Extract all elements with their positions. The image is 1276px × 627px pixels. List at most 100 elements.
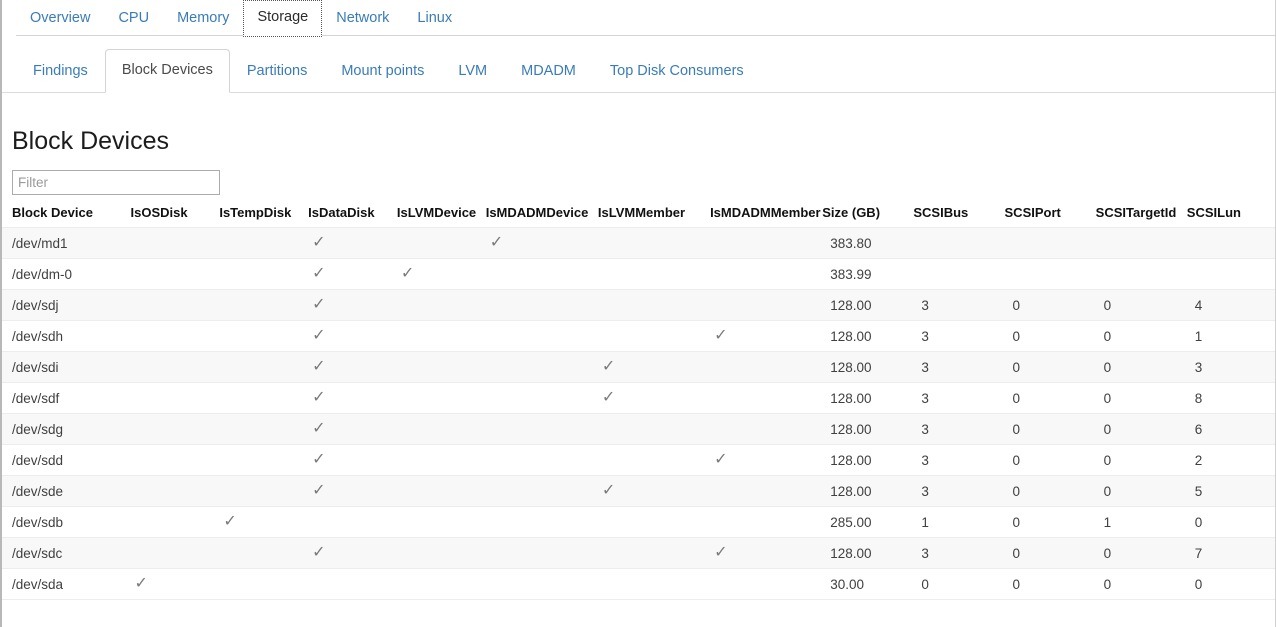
- cell-islvmdevice: [397, 476, 486, 507]
- secondary-tab-top-disk-consumers[interactable]: Top Disk Consumers: [593, 51, 761, 92]
- table-row[interactable]: /dev/sdd✓✓128.003002: [2, 445, 1276, 476]
- cell-islvmmember: ✓: [598, 383, 710, 414]
- table-header-row: Block DeviceIsOSDiskIsTempDiskIsDataDisk…: [2, 205, 1276, 228]
- cell-bus: 3: [913, 538, 1004, 569]
- cell-isosdisk: [131, 414, 220, 445]
- cell-target: [1096, 259, 1187, 290]
- check-icon: ✓: [219, 514, 236, 530]
- cell-bus: 3: [913, 383, 1004, 414]
- primary-tab-linux[interactable]: Linux: [403, 1, 466, 36]
- cell-lun: 0: [1187, 507, 1276, 538]
- cell-islvmdevice: [397, 538, 486, 569]
- cell-isosdisk: [131, 259, 220, 290]
- cell-isosdisk: [131, 352, 220, 383]
- cell-block-device: /dev/sdf: [2, 383, 131, 414]
- cell-ismdadmdevice: [486, 259, 598, 290]
- check-icon: ✓: [308, 452, 325, 468]
- cell-block-device: /dev/md1: [2, 228, 131, 259]
- cell-port: 0: [1005, 414, 1096, 445]
- check-icon: ✓: [598, 483, 615, 499]
- table-row[interactable]: /dev/sdg✓128.003006: [2, 414, 1276, 445]
- table-row[interactable]: /dev/sda✓30.000000: [2, 569, 1276, 600]
- check-icon: ✓: [710, 328, 727, 344]
- primary-tab-memory[interactable]: Memory: [163, 1, 243, 36]
- page-frame: OverviewCPUMemoryStorageNetworkLinux Fin…: [0, 0, 1276, 627]
- cell-bus: 3: [913, 476, 1004, 507]
- secondary-tab-findings[interactable]: Findings: [16, 51, 105, 92]
- cell-size: 128.00: [822, 352, 913, 383]
- table-row[interactable]: /dev/sde✓✓128.003005: [2, 476, 1276, 507]
- primary-tab-storage[interactable]: Storage: [243, 0, 322, 37]
- secondary-tab-lvm[interactable]: LVM: [441, 51, 504, 92]
- check-icon: ✓: [308, 483, 325, 499]
- cell-islvmmember: [598, 538, 710, 569]
- cell-islvmdevice: [397, 228, 486, 259]
- col-header-scsibus: SCSIBus: [913, 205, 1004, 228]
- cell-istempdisk: [219, 290, 308, 321]
- cell-istempdisk: [219, 259, 308, 290]
- check-icon: ✓: [131, 576, 148, 592]
- check-icon: ✓: [710, 452, 727, 468]
- cell-lun: [1187, 228, 1276, 259]
- check-icon: ✓: [308, 266, 325, 282]
- table-row[interactable]: /dev/sdb✓285.001010: [2, 507, 1276, 538]
- cell-lun: 1: [1187, 321, 1276, 352]
- secondary-tab-mount-points[interactable]: Mount points: [324, 51, 441, 92]
- cell-bus: 3: [913, 352, 1004, 383]
- primary-tab-overview[interactable]: Overview: [16, 1, 104, 36]
- cell-isosdisk: [131, 476, 220, 507]
- cell-isdatadisk: ✓: [308, 352, 397, 383]
- table-row[interactable]: /dev/sdi✓✓128.003003: [2, 352, 1276, 383]
- table-row[interactable]: /dev/sdc✓✓128.003007: [2, 538, 1276, 569]
- cell-port: 0: [1005, 507, 1096, 538]
- table-row[interactable]: /dev/sdf✓✓128.003008: [2, 383, 1276, 414]
- primary-tabs-row: OverviewCPUMemoryStorageNetworkLinux: [16, 0, 1275, 36]
- check-icon: ✓: [710, 545, 727, 561]
- cell-ismdadmmember: ✓: [710, 321, 822, 352]
- cell-port: 0: [1005, 538, 1096, 569]
- table-row[interactable]: /dev/sdh✓✓128.003001: [2, 321, 1276, 352]
- cell-size: 128.00: [822, 445, 913, 476]
- table-row[interactable]: /dev/md1✓✓383.80: [2, 228, 1276, 259]
- table-row[interactable]: /dev/dm-0✓✓383.99: [2, 259, 1276, 290]
- cell-isosdisk: [131, 507, 220, 538]
- cell-port: 0: [1005, 352, 1096, 383]
- cell-ismdadmdevice: [486, 476, 598, 507]
- filter-input[interactable]: [12, 170, 220, 195]
- primary-tab-network[interactable]: Network: [322, 1, 403, 36]
- check-icon: ✓: [308, 390, 325, 406]
- cell-size: 128.00: [822, 290, 913, 321]
- cell-target: 1: [1096, 507, 1187, 538]
- cell-ismdadmdevice: [486, 383, 598, 414]
- cell-islvmdevice: [397, 290, 486, 321]
- cell-lun: 0: [1187, 569, 1276, 600]
- secondary-tab-block-devices[interactable]: Block Devices: [105, 49, 230, 93]
- table-row[interactable]: /dev/sdj✓128.003004: [2, 290, 1276, 321]
- block-devices-table: Block DeviceIsOSDiskIsTempDiskIsDataDisk…: [2, 205, 1276, 600]
- table-body: /dev/md1✓✓383.80/dev/dm-0✓✓383.99/dev/sd…: [2, 228, 1276, 600]
- cell-target: [1096, 228, 1187, 259]
- cell-port: 0: [1005, 290, 1096, 321]
- cell-isosdisk: [131, 228, 220, 259]
- check-icon: ✓: [308, 545, 325, 561]
- cell-islvmmember: [598, 259, 710, 290]
- cell-isdatadisk: [308, 507, 397, 538]
- col-header-istempdisk: IsTempDisk: [219, 205, 308, 228]
- cell-isdatadisk: ✓: [308, 414, 397, 445]
- check-icon: ✓: [598, 390, 615, 406]
- check-icon: ✓: [308, 328, 325, 344]
- cell-islvmmember: [598, 321, 710, 352]
- cell-ismdadmmember: [710, 569, 822, 600]
- secondary-tab-mdadm[interactable]: MDADM: [504, 51, 593, 92]
- col-header-islvmmember: IsLVMMember: [598, 205, 710, 228]
- cell-islvmdevice: [397, 414, 486, 445]
- secondary-tab-partitions[interactable]: Partitions: [230, 51, 324, 92]
- cell-ismdadmmember: [710, 414, 822, 445]
- cell-bus: 3: [913, 445, 1004, 476]
- primary-tab-cpu[interactable]: CPU: [104, 1, 163, 36]
- cell-isdatadisk: ✓: [308, 445, 397, 476]
- col-header-block-device: Block Device: [2, 205, 131, 228]
- cell-ismdadmdevice: [486, 352, 598, 383]
- cell-lun: 2: [1187, 445, 1276, 476]
- cell-islvmmember: [598, 228, 710, 259]
